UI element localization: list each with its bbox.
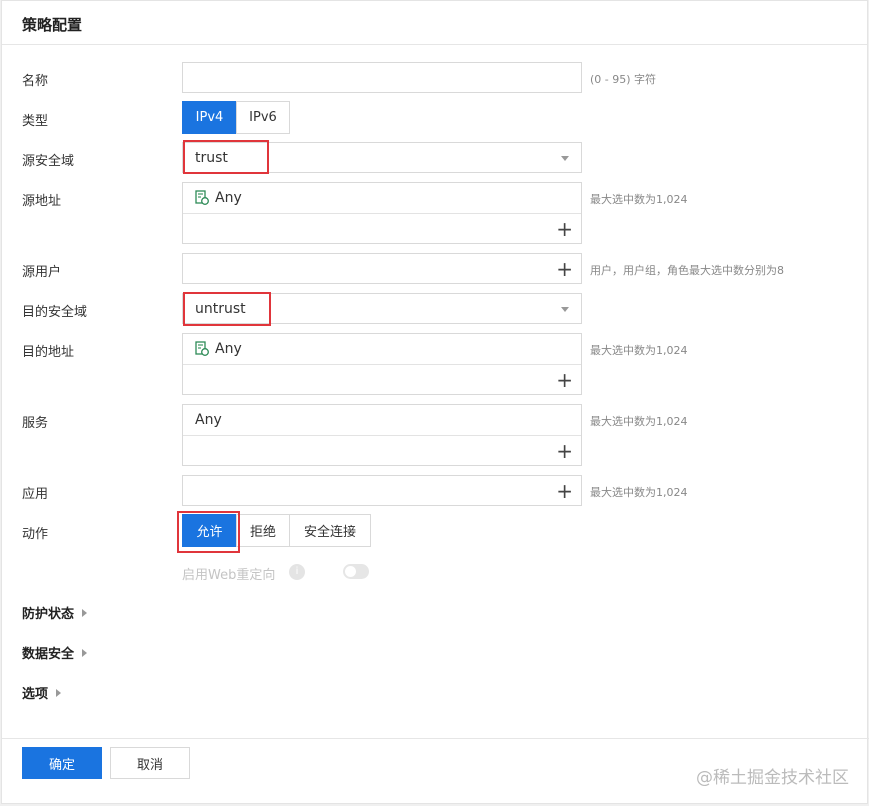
- src-addr-item-label: Any: [215, 190, 242, 206]
- divider: [183, 435, 581, 436]
- app-label: 应用: [22, 487, 49, 502]
- address-object-icon: [195, 190, 209, 206]
- chevron-right-icon: [56, 688, 62, 697]
- divider: [183, 364, 581, 365]
- service-hint: 最大选中数为1,024: [590, 415, 688, 428]
- src-addr-hint: 最大选中数为1,024: [590, 193, 688, 206]
- dst-addr-picker[interactable]: Any +: [182, 333, 582, 395]
- dialog-header: 策略配置: [2, 1, 867, 45]
- section-label: 选项: [22, 687, 49, 702]
- confirm-button[interactable]: 确定: [22, 747, 102, 779]
- cancel-button[interactable]: 取消: [110, 747, 190, 779]
- add-icon[interactable]: +: [556, 481, 573, 501]
- src-zone-label: 源安全域: [22, 154, 75, 169]
- dst-addr-item: Any: [195, 341, 242, 357]
- dialog-title: 策略配置: [22, 16, 83, 34]
- web-redirect-label: 启用Web重定向: [182, 568, 276, 583]
- web-redirect-toggle[interactable]: [343, 564, 369, 579]
- chevron-right-icon: [82, 608, 88, 617]
- type-ipv6-button[interactable]: IPv6: [236, 101, 290, 134]
- service-picker[interactable]: Any +: [182, 404, 582, 466]
- footer-divider: [2, 738, 869, 739]
- src-addr-label: 源地址: [22, 194, 62, 209]
- src-addr-picker[interactable]: Any +: [182, 182, 582, 244]
- info-icon[interactable]: i: [289, 564, 305, 580]
- name-hint: (0 - 95) 字符: [590, 73, 657, 86]
- src-user-hint: 用户，用户组，角色最大选中数分别为8: [590, 264, 784, 277]
- name-input[interactable]: [182, 62, 582, 93]
- chevron-down-icon: [561, 307, 569, 312]
- section-label: 防护状态: [22, 607, 75, 622]
- add-icon[interactable]: +: [556, 370, 573, 390]
- src-user-label: 源用户: [22, 265, 62, 280]
- action-secure-connect-button[interactable]: 安全连接: [289, 514, 371, 547]
- src-addr-item: Any: [195, 190, 242, 206]
- dst-addr-label: 目的地址: [22, 345, 75, 360]
- action-deny-button[interactable]: 拒绝: [236, 514, 290, 547]
- highlight-box: [177, 511, 240, 553]
- type-label: 类型: [22, 114, 49, 129]
- app-hint: 最大选中数为1,024: [590, 486, 688, 499]
- policy-config-dialog: 策略配置 名称 (0 - 95) 字符 类型 IPv4 IPv6 源安全域 tr…: [1, 0, 869, 804]
- section-options[interactable]: 选项: [22, 683, 62, 702]
- dst-addr-hint: 最大选中数为1,024: [590, 344, 688, 357]
- dst-addr-item-label: Any: [215, 341, 242, 357]
- highlight-box: [183, 140, 269, 174]
- type-segmented: IPv4 IPv6: [182, 101, 290, 134]
- chevron-down-icon: [561, 156, 569, 161]
- chevron-right-icon: [82, 648, 88, 657]
- add-icon[interactable]: +: [556, 259, 573, 279]
- add-icon[interactable]: +: [556, 219, 573, 239]
- watermark: @稀土掘金技术社区: [696, 768, 849, 788]
- address-object-icon: [195, 341, 209, 357]
- highlight-box: [183, 292, 271, 326]
- service-label: 服务: [22, 416, 49, 431]
- divider: [183, 213, 581, 214]
- section-data-security[interactable]: 数据安全: [22, 643, 88, 662]
- add-icon[interactable]: +: [556, 441, 573, 461]
- action-label: 动作: [22, 527, 49, 542]
- dst-zone-label: 目的安全域: [22, 305, 88, 320]
- service-item-label: Any: [195, 412, 222, 428]
- section-protection-status[interactable]: 防护状态: [22, 603, 88, 622]
- app-picker[interactable]: +: [182, 475, 582, 506]
- type-ipv4-button[interactable]: IPv4: [182, 101, 237, 134]
- name-label: 名称: [22, 74, 49, 89]
- src-user-picker[interactable]: +: [182, 253, 582, 284]
- toggle-knob: [345, 566, 356, 577]
- section-label: 数据安全: [22, 647, 75, 662]
